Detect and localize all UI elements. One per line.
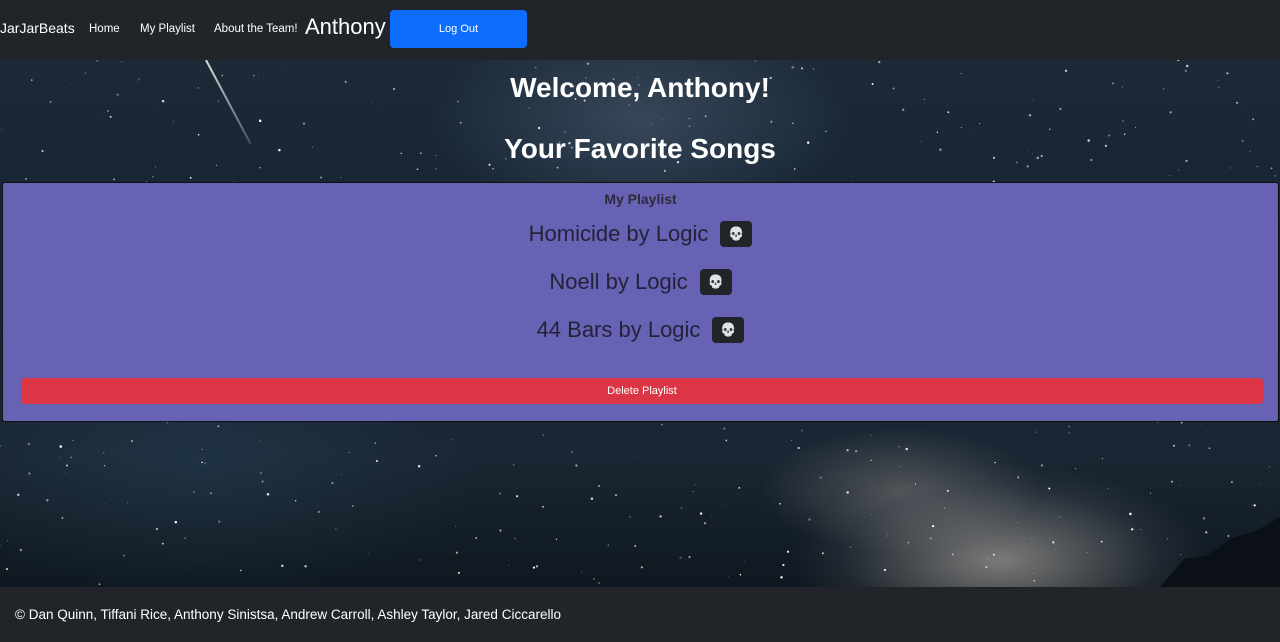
footer: © Dan Quinn, Tiffani Rice, Anthony Sinis… <box>0 587 1280 642</box>
delete-playlist-button[interactable]: Delete Playlist <box>21 378 1263 404</box>
remove-song-button[interactable]: 💀 <box>720 221 753 247</box>
user-name: Anthony <box>305 14 386 39</box>
logout-button[interactable]: Log Out <box>390 10 527 48</box>
nav-link-my-playlist[interactable]: My Playlist <box>140 23 195 35</box>
song-label: Homicide by Logic <box>528 221 709 246</box>
skull-icon: 💀 <box>728 226 745 241</box>
playlist-heading: My Playlist <box>604 191 677 207</box>
song-label: Noell by Logic <box>549 269 688 294</box>
skull-icon: 💀 <box>720 322 737 337</box>
remove-song-button[interactable]: 💀 <box>699 269 732 295</box>
brand-link[interactable]: JarJarBeats <box>0 20 75 36</box>
skull-icon: 💀 <box>707 274 724 289</box>
song-row: Homicide by Logic 💀 <box>3 221 1278 247</box>
favorites-heading: Your Favorite Songs <box>504 133 776 164</box>
remove-song-button[interactable]: 💀 <box>712 317 745 343</box>
nav-link-home[interactable]: Home <box>89 23 120 35</box>
song-label: 44 Bars by Logic <box>536 317 701 342</box>
song-row: Noell by Logic 💀 <box>3 269 1278 295</box>
nav-link-about-team[interactable]: About the Team! <box>214 23 298 35</box>
playlist-card: My Playlist Homicide by Logic 💀 Noell by… <box>2 182 1279 422</box>
welcome-heading: Welcome, Anthony! <box>510 72 770 103</box>
song-row: 44 Bars by Logic 💀 <box>3 317 1278 343</box>
footer-credits: © Dan Quinn, Tiffani Rice, Anthony Sinis… <box>15 607 561 622</box>
navbar: JarJarBeats Home My Playlist About the T… <box>0 0 1280 60</box>
